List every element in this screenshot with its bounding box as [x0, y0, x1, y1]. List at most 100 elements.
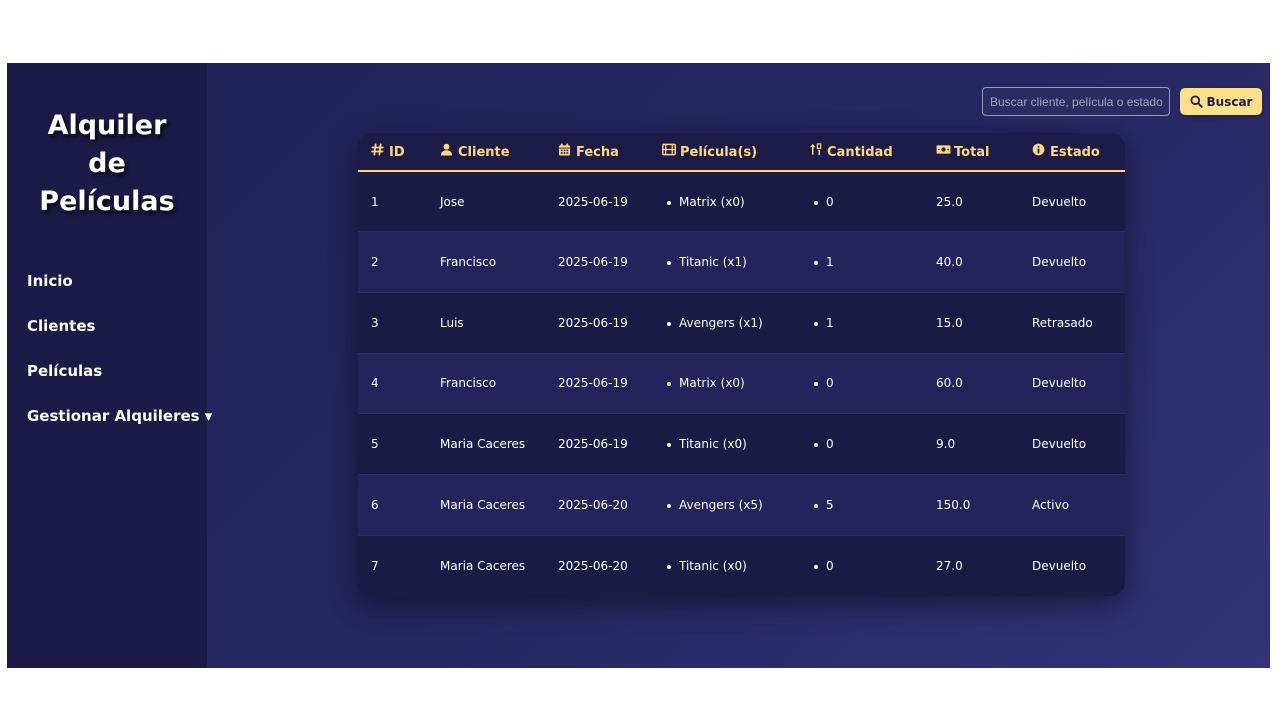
cell-cantidad: 1 — [796, 231, 923, 293]
search-icon — [1190, 95, 1203, 108]
cell-peliculas: Titanic (x0) — [649, 413, 796, 475]
cell-peliculas: Avengers (x1) — [649, 291, 796, 354]
header-id-label: ID — [389, 145, 405, 160]
sidebar-nav: Inicio Clientes Películas Gestionar Alqu… — [27, 271, 212, 451]
header-peliculas[interactable]: Película(s) — [649, 133, 796, 172]
header-estado[interactable]: Estado — [1019, 133, 1125, 172]
cell-id: 4 — [358, 352, 427, 414]
cell-fecha: 2025-06-19 — [545, 231, 649, 293]
cell-cantidad: 1 — [796, 291, 923, 354]
info-icon — [1032, 143, 1047, 156]
cell-cantidad: 0 — [796, 352, 923, 414]
search-button[interactable]: Buscar — [1180, 88, 1262, 115]
header-fecha-label: Fecha — [576, 145, 619, 160]
cell-cliente: Luis — [427, 291, 545, 354]
cell-peliculas: Matrix (x0) — [649, 171, 796, 232]
cell-cantidad: 0 — [796, 413, 923, 475]
cell-peliculas: Avengers (x5) — [649, 473, 796, 536]
pelicula-item: Avengers (x1) — [667, 316, 796, 330]
cell-estado: Devuelto — [1032, 194, 1087, 209]
table-row: 2 Francisco 2025-06-19 Titanic (x1) 1 40… — [358, 231, 1125, 293]
cell-estado: Devuelto — [1019, 352, 1125, 414]
header-estado-label: Estado — [1050, 145, 1100, 160]
sort-numeric-icon — [809, 143, 824, 156]
header-peliculas-label: Película(s) — [680, 145, 758, 160]
sidebar-item-gestionar-alquileres[interactable]: Gestionar Alquileres ▾ — [27, 406, 212, 451]
search-input[interactable] — [982, 87, 1170, 116]
film-icon — [662, 143, 677, 156]
cell-peliculas: Matrix (x0) — [649, 352, 796, 414]
cell-estado: Devuelto — [1019, 231, 1125, 293]
table-row: 1 Jose 2025-06-19 Matrix (x0) 0 25.0 Dev… — [358, 171, 1125, 232]
cell-estado: Devuelto — [1019, 534, 1125, 596]
pelicula-item: Titanic (x1) — [667, 255, 796, 269]
cell-total: 40.0 — [923, 231, 1019, 293]
table-body: 1 Jose 2025-06-19 Matrix (x0) 0 25.0 Dev… — [358, 171, 1125, 596]
table-row: 5 Maria Caceres 2025-06-19 Titanic (x0) … — [358, 413, 1125, 475]
cell-total: 27.0 — [923, 534, 1019, 596]
cell-id: 5 — [358, 413, 427, 475]
cell-total: 60.0 — [923, 352, 1019, 414]
cell-cliente: Francisco — [427, 231, 545, 293]
header-cantidad[interactable]: Cantidad — [796, 133, 923, 172]
cell-cantidad: 0 — [796, 534, 923, 596]
hash-icon — [371, 143, 386, 156]
cell-fecha: 2025-06-20 — [545, 473, 649, 536]
cell-estado: Activo — [1019, 473, 1125, 536]
cell-peliculas: Titanic (x1) — [649, 231, 796, 293]
cell-cliente: Maria Caceres — [427, 413, 545, 475]
cell-total: 25.0 — [936, 194, 963, 209]
user-icon — [440, 143, 455, 156]
pelicula-item: Titanic (x0) — [667, 559, 796, 573]
cell-cliente: Jose — [440, 194, 465, 209]
cell-cliente: Maria Caceres — [427, 473, 545, 536]
cell-total: 9.0 — [923, 413, 1019, 475]
cell-fecha: 2025-06-19 — [545, 291, 649, 354]
main-content: Buscar ID — [207, 63, 1270, 668]
cell-cantidad: 0 — [796, 171, 923, 232]
header-fecha[interactable]: Fecha — [545, 133, 649, 172]
pelicula-item: Matrix (x0) — [667, 376, 796, 390]
pelicula-item: Matrix (x0) — [667, 195, 796, 209]
header-total[interactable]: Total — [923, 133, 1019, 172]
header-cliente-label: Cliente — [458, 145, 510, 160]
cantidad-item: 5 — [814, 498, 923, 512]
header-cliente[interactable]: Cliente — [427, 133, 545, 172]
cell-cliente: Francisco — [427, 352, 545, 414]
sidebar-item-clientes[interactable]: Clientes — [27, 316, 187, 361]
rentals-table: ID Cliente Fecha Película(s) Cantidad To… — [358, 133, 1125, 596]
sidebar-item-inicio[interactable]: Inicio — [27, 271, 187, 316]
cell-id: 6 — [358, 473, 427, 536]
app-window: Alquiler de Películas Inicio Clientes Pe… — [7, 63, 1270, 668]
sidebar-item-peliculas[interactable]: Películas — [27, 361, 187, 406]
cell-total: 150.0 — [923, 473, 1019, 536]
cell-cliente: Maria Caceres — [427, 534, 545, 596]
pelicula-item: Avengers (x5) — [667, 498, 796, 512]
app-title-line2: Películas — [39, 186, 175, 217]
cell-estado: Retrasado — [1019, 291, 1125, 354]
cantidad-item: 1 — [814, 316, 923, 330]
rentals-table-card: ID Cliente Fecha Película(s) Cantidad To… — [358, 133, 1125, 596]
sidebar: Alquiler de Películas Inicio Clientes Pe… — [7, 63, 212, 668]
cantidad-item: 0 — [814, 376, 923, 390]
table-row: 6 Maria Caceres 2025-06-20 Avengers (x5)… — [358, 473, 1125, 536]
app-title-line1: Alquiler de — [47, 110, 167, 179]
cell-id: 7 — [358, 534, 427, 596]
app-title: Alquiler de Películas — [27, 107, 187, 221]
table-header-row: ID Cliente Fecha Película(s) Cantidad To… — [358, 133, 1125, 172]
cell-fecha: 2025-06-19 — [545, 352, 649, 414]
pelicula-item: Titanic (x0) — [667, 437, 796, 451]
header-id[interactable]: ID — [358, 133, 427, 172]
cell-peliculas: Titanic (x0) — [649, 534, 796, 596]
cantidad-item: 0 — [814, 195, 923, 209]
cell-id: 2 — [358, 231, 427, 293]
cell-fecha: 2025-06-19 — [558, 194, 628, 209]
header-total-label: Total — [954, 145, 990, 160]
cell-id: 1 — [371, 194, 379, 209]
table-row: 7 Maria Caceres 2025-06-20 Titanic (x0) … — [358, 534, 1125, 596]
table-row: 3 Luis 2025-06-19 Avengers (x1) 1 15.0 R… — [358, 291, 1125, 354]
cell-fecha: 2025-06-20 — [545, 534, 649, 596]
cantidad-item: 1 — [814, 255, 923, 269]
cell-cantidad: 5 — [796, 473, 923, 536]
cell-estado: Devuelto — [1019, 413, 1125, 475]
